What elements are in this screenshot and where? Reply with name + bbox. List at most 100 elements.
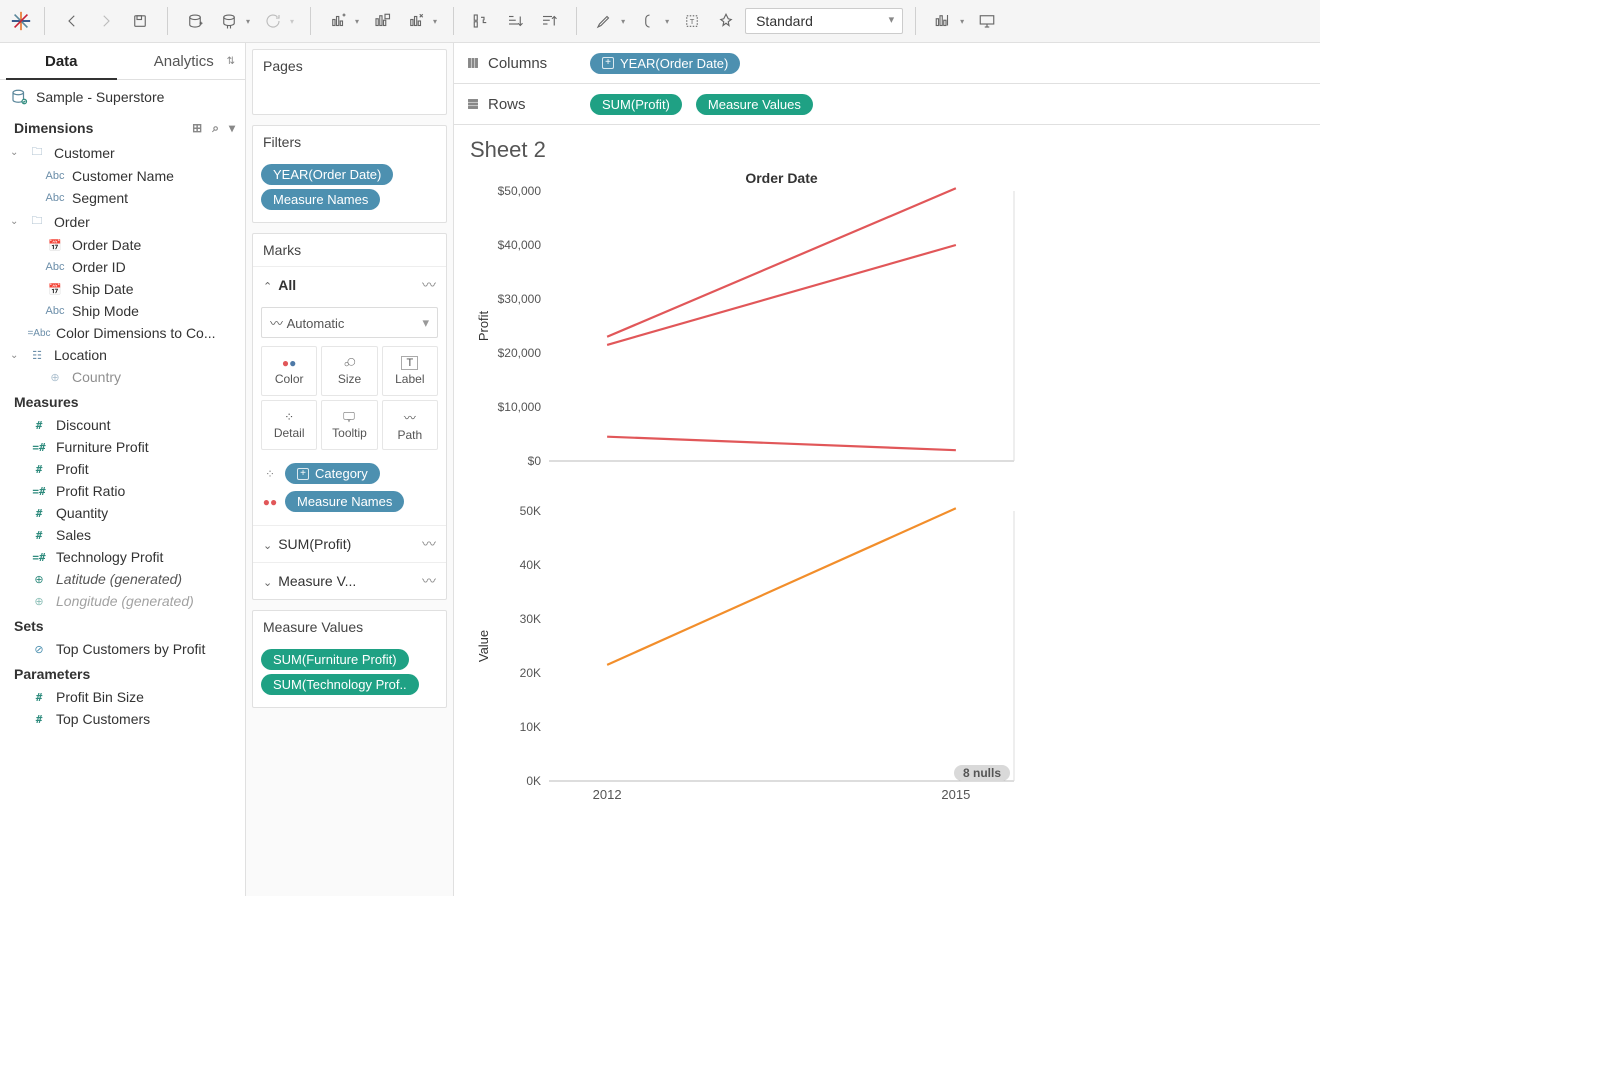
tab-data[interactable]: Data bbox=[0, 43, 123, 79]
menu-icon[interactable]: ▾ bbox=[229, 121, 235, 136]
dim-customer-name[interactable]: AbcCustomer Name bbox=[0, 165, 245, 187]
dim-ship-date[interactable]: 📅Ship Date bbox=[0, 278, 245, 300]
calc-number-icon: =# bbox=[28, 551, 50, 564]
marks-detail-button[interactable]: ⁘Detail bbox=[261, 400, 317, 450]
highlight-button[interactable] bbox=[589, 6, 619, 36]
svg-text:50K: 50K bbox=[520, 504, 541, 518]
meas-profit[interactable]: #Profit bbox=[0, 458, 245, 480]
presentation-button[interactable] bbox=[972, 6, 1002, 36]
search-icon[interactable]: ⌕ bbox=[212, 121, 219, 136]
line-icon: 〰 bbox=[422, 571, 436, 591]
marks-sumprofit-row[interactable]: ⌄SUM(Profit)〰 bbox=[253, 525, 446, 562]
filter-pill-measurenames[interactable]: Measure Names bbox=[261, 189, 380, 210]
meas-discount[interactable]: #Discount bbox=[0, 414, 245, 436]
dim-ship-mode[interactable]: AbcShip Mode bbox=[0, 300, 245, 322]
set-top-customers[interactable]: ⊘Top Customers by Profit bbox=[0, 638, 245, 660]
svg-text:Profit: Profit bbox=[476, 310, 491, 341]
dim-segment[interactable]: AbcSegment bbox=[0, 187, 245, 209]
sort-asc-button[interactable] bbox=[500, 6, 530, 36]
sets-header: Sets bbox=[0, 612, 245, 638]
view-toggle-icon[interactable]: ⊞ bbox=[192, 121, 202, 136]
rows-shelf[interactable]: Rows SUM(Profit) Measure Values bbox=[454, 84, 1320, 125]
forward-button[interactable] bbox=[91, 6, 121, 36]
marks-all-row[interactable]: ⌃All〰 bbox=[253, 266, 446, 303]
size-icon bbox=[340, 356, 358, 370]
measure-values-shelf[interactable]: Measure Values SUM(Furniture Profit) SUM… bbox=[252, 610, 447, 708]
globe-icon: ⊕ bbox=[28, 595, 50, 608]
marks-pill-category[interactable]: +Category bbox=[285, 463, 380, 484]
dim-order-id[interactable]: AbcOrder ID bbox=[0, 256, 245, 278]
param-top-customers[interactable]: #Top Customers bbox=[0, 708, 245, 730]
svg-text:$20,000: $20,000 bbox=[498, 346, 542, 360]
sheet-title[interactable]: Sheet 2 bbox=[454, 125, 1320, 169]
meas-profit-ratio[interactable]: =#Profit Ratio bbox=[0, 480, 245, 502]
dim-country[interactable]: ⊕Country bbox=[0, 366, 245, 388]
number-icon: # bbox=[28, 691, 50, 704]
new-datasource-button[interactable] bbox=[180, 6, 210, 36]
clear-sheet-button[interactable] bbox=[401, 6, 431, 36]
show-me-button[interactable] bbox=[928, 6, 958, 36]
columns-icon bbox=[466, 56, 480, 70]
filters-shelf[interactable]: Filters YEAR(Order Date) Measure Names bbox=[252, 125, 447, 223]
mark-type-select[interactable]: 〰 Automatic▾ bbox=[261, 307, 438, 338]
save-button[interactable] bbox=[125, 6, 155, 36]
columns-pill-year[interactable]: +YEAR(Order Date) bbox=[590, 53, 740, 74]
abc-icon: Abc bbox=[44, 170, 66, 182]
dim-order-date[interactable]: 📅Order Date bbox=[0, 234, 245, 256]
detail-icon: ⁘ bbox=[284, 410, 294, 424]
marks-size-button[interactable]: Size bbox=[321, 346, 377, 396]
duplicate-sheet-button[interactable] bbox=[367, 6, 397, 36]
marks-pill-measurenames[interactable]: Measure Names bbox=[285, 491, 404, 512]
back-button[interactable] bbox=[57, 6, 87, 36]
refresh-button[interactable] bbox=[258, 6, 288, 36]
rows-pill-measurevalues[interactable]: Measure Values bbox=[696, 94, 813, 115]
param-profit-bin[interactable]: #Profit Bin Size bbox=[0, 686, 245, 708]
marks-tooltip-button[interactable]: Tooltip bbox=[321, 400, 377, 450]
globe-icon: ⊕ bbox=[28, 573, 50, 586]
labels-button[interactable]: T bbox=[677, 6, 707, 36]
meas-technology-profit[interactable]: =#Technology Profit bbox=[0, 546, 245, 568]
meas-latitude[interactable]: ⊕Latitude (generated) bbox=[0, 568, 245, 590]
dim-color-dimensions[interactable]: =AbcColor Dimensions to Co... bbox=[0, 322, 245, 344]
svg-text:$10,000: $10,000 bbox=[498, 400, 542, 414]
datasource-row[interactable]: Sample - Superstore bbox=[0, 80, 245, 114]
sort-desc-button[interactable] bbox=[534, 6, 564, 36]
dim-folder-customer[interactable]: ⌄🗀Customer bbox=[0, 140, 245, 165]
folder-icon: 🗀 bbox=[26, 212, 48, 231]
columns-shelf[interactable]: Columns +YEAR(Order Date) bbox=[454, 43, 1320, 84]
marks-measurevalues-row[interactable]: ⌄Measure V...〰 bbox=[253, 562, 446, 599]
marks-path-button[interactable]: 〰Path bbox=[382, 400, 438, 450]
detail-icon: ⁘ bbox=[261, 467, 279, 481]
pages-label: Pages bbox=[253, 50, 446, 82]
svg-text:$30,000: $30,000 bbox=[498, 292, 542, 306]
new-worksheet-button[interactable] bbox=[323, 6, 353, 36]
rows-pill-profit[interactable]: SUM(Profit) bbox=[590, 94, 682, 115]
mv-pill-technology[interactable]: SUM(Technology Prof.. bbox=[261, 674, 419, 695]
parameters-header: Parameters bbox=[0, 660, 245, 686]
tab-analytics[interactable]: Analytics⇅ bbox=[123, 43, 246, 79]
marks-label-button[interactable]: TLabel bbox=[382, 346, 438, 396]
svg-text:T: T bbox=[690, 17, 695, 26]
globe-icon: ⊕ bbox=[44, 371, 66, 384]
pin-button[interactable] bbox=[711, 6, 741, 36]
marks-color-button[interactable]: ●●Color bbox=[261, 346, 317, 396]
chart-area[interactable]: Order Date$0$10,000$20,000$30,000$40,000… bbox=[454, 169, 1320, 896]
dim-folder-order[interactable]: ⌄🗀Order bbox=[0, 209, 245, 234]
group-button[interactable] bbox=[633, 6, 663, 36]
mv-pill-furniture[interactable]: SUM(Furniture Profit) bbox=[261, 649, 409, 670]
dim-folder-location[interactable]: ⌄☷Location bbox=[0, 344, 245, 366]
meas-longitude[interactable]: ⊕Longitude (generated) bbox=[0, 590, 245, 612]
meas-quantity[interactable]: #Quantity bbox=[0, 502, 245, 524]
pages-shelf[interactable]: Pages bbox=[252, 49, 447, 115]
swap-axes-button[interactable] bbox=[466, 6, 496, 36]
pause-updates-button[interactable] bbox=[214, 6, 244, 36]
svg-text:$50,000: $50,000 bbox=[498, 184, 542, 198]
fit-mode-select[interactable]: Standard bbox=[745, 8, 903, 34]
filter-pill-year[interactable]: YEAR(Order Date) bbox=[261, 164, 393, 185]
svg-text:2015: 2015 bbox=[941, 787, 970, 802]
columns-label: Columns bbox=[488, 55, 547, 72]
hierarchy-icon: ☷ bbox=[26, 349, 48, 362]
color-icon: ●● bbox=[282, 356, 297, 370]
meas-furniture-profit[interactable]: =#Furniture Profit bbox=[0, 436, 245, 458]
meas-sales[interactable]: #Sales bbox=[0, 524, 245, 546]
